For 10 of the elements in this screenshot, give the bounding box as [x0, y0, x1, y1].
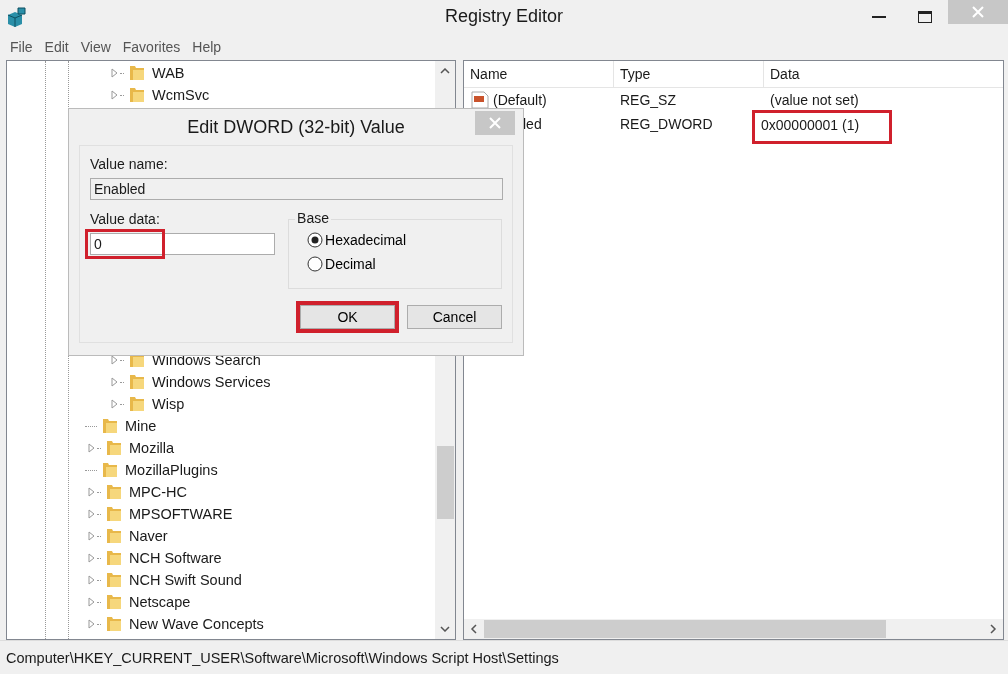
field-label: Value data: [90, 211, 160, 227]
window-title: Registry Editor [444, 6, 563, 26]
value-type: REG_SZ [620, 92, 676, 108]
value-type: REG_DWORD [620, 116, 713, 132]
highlighted-value-data: 0x00000001 (1) [752, 110, 893, 144]
dialog-title: Edit DWORD (32-bit) Value [187, 116, 405, 138]
status-path: Computer\HKEY_CURRENT_USER\Software\Microsoft\Windows Script Host\Settings [6, 650, 559, 666]
field-label: Value name: [90, 156, 168, 172]
value-data: (value not set) [770, 92, 859, 108]
group-label: Base [295, 210, 331, 226]
